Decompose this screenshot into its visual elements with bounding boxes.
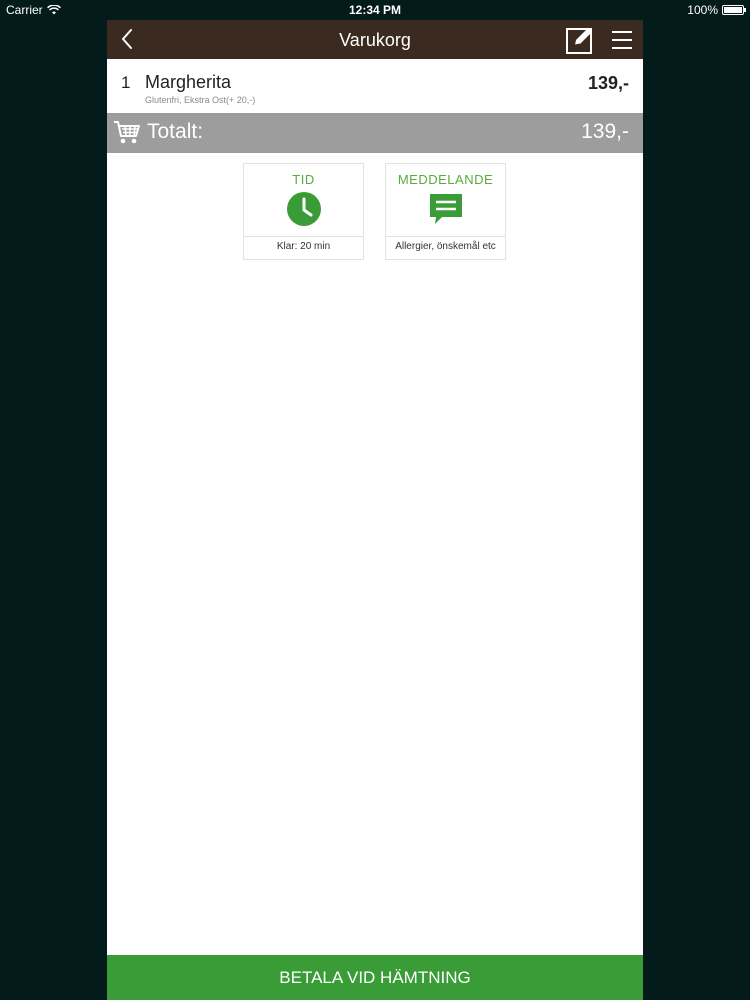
- total-label: Totalt:: [147, 120, 204, 143]
- cart-item-row[interactable]: 1 Margherita Glutenfri, Ekstra Ost(+ 20,…: [107, 59, 643, 113]
- tile-divider: [386, 236, 505, 237]
- cart-icon: [114, 121, 140, 144]
- status-right: 100%: [687, 0, 746, 20]
- navbar: Varukorg: [107, 20, 643, 59]
- message-heading: MEDDELANDE: [397, 172, 494, 187]
- menu-button[interactable]: [610, 27, 634, 53]
- total-bar: Totalt: 139,-: [107, 113, 643, 153]
- edit-button[interactable]: [565, 25, 595, 55]
- total-value: 139,-: [581, 120, 629, 143]
- time-caption: Klar: 20 min: [276, 241, 331, 252]
- time-heading: TID: [292, 172, 315, 187]
- clock-icon: [287, 192, 321, 226]
- status-bar: Carrier 12:34 PM 100%: [0, 0, 750, 20]
- time-tile-top: TID: [244, 164, 363, 236]
- message-icon: [430, 194, 462, 224]
- battery-icon: [722, 5, 746, 15]
- battery-percent: 100%: [687, 3, 718, 17]
- message-option-tile[interactable]: MEDDELANDE Allergier, önskemål etc: [385, 163, 506, 260]
- message-caption: Allergier, önskemål etc: [395, 241, 496, 252]
- time-option-tile[interactable]: TID Klar: 20 min: [243, 163, 364, 260]
- item-name: Margherita: [145, 72, 232, 92]
- status-time: 12:34 PM: [348, 3, 402, 17]
- cart-screen: Varukorg 1 Margherita Glutenfri, Ekstra …: [107, 20, 643, 1000]
- message-tile-top: MEDDELANDE: [386, 164, 505, 236]
- item-price: 139,-: [587, 73, 629, 93]
- menu-icon: [612, 31, 632, 49]
- pay-on-pickup-button[interactable]: BETALA VID HÄMTNING: [107, 955, 643, 1000]
- battery-fill: [724, 7, 742, 13]
- tile-divider: [244, 236, 363, 237]
- item-quantity: 1: [121, 73, 131, 92]
- edit-icon: [566, 28, 592, 54]
- page-title: Varukorg: [339, 30, 411, 50]
- item-details: Glutenfri, Ekstra Ost(+ 20,-): [145, 95, 256, 105]
